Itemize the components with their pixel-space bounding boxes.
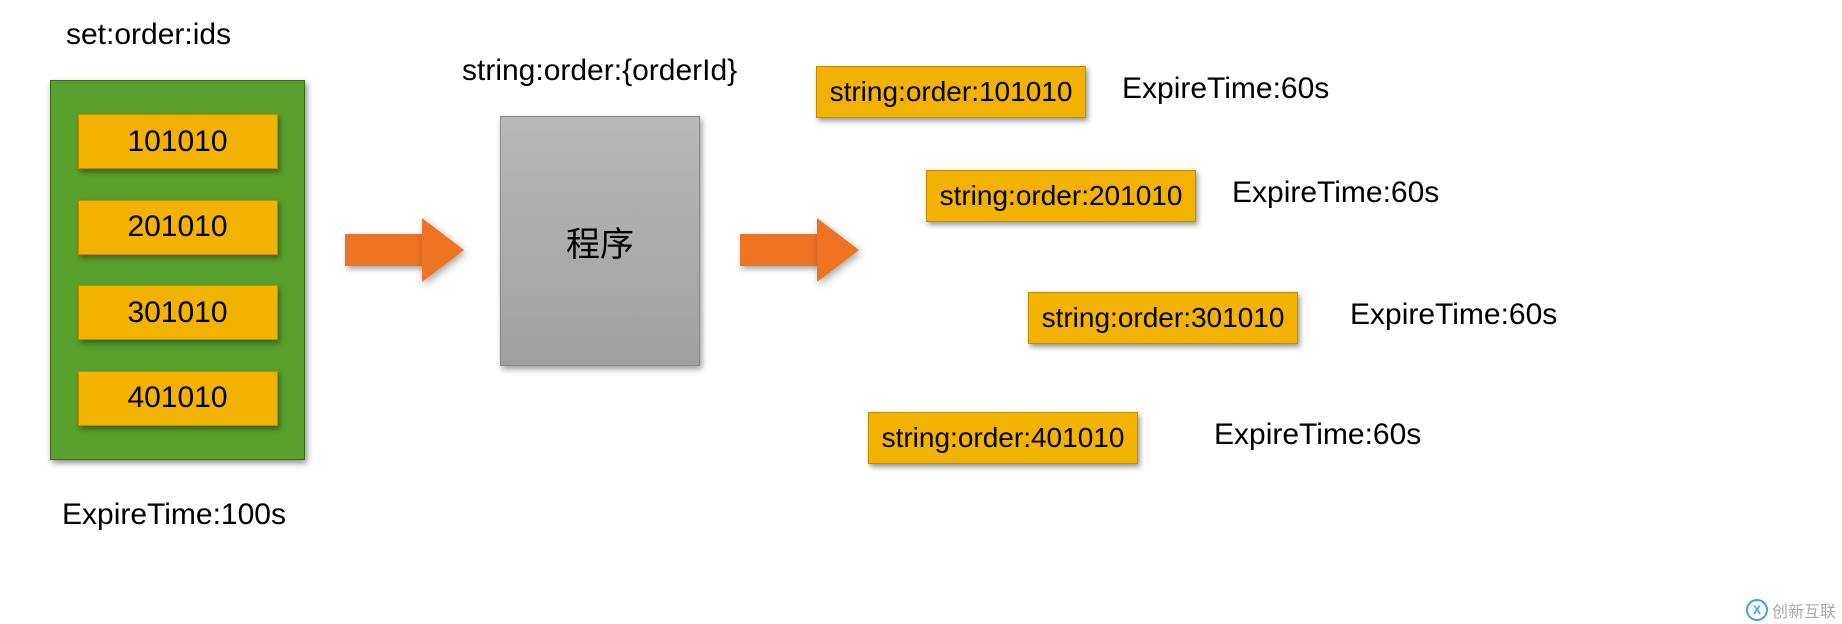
set-expire-label: ExpireTime:100s xyxy=(62,498,286,532)
set-title-label: set:order:ids xyxy=(66,18,231,52)
order-key-box: string:order:301010 xyxy=(1028,292,1298,344)
arrow-icon xyxy=(740,218,860,282)
order-key-box: string:order:201010 xyxy=(926,170,1196,222)
string-order-label: string:order:{orderId} xyxy=(462,54,737,88)
logo-icon: X xyxy=(1746,599,1768,621)
set-item: 401010 xyxy=(78,371,278,426)
set-item: 201010 xyxy=(78,200,278,255)
order-expire-label: ExpireTime:60s xyxy=(1350,298,1557,332)
watermark: X 创新互联 xyxy=(1746,598,1836,622)
set-box: 101010 201010 301010 401010 xyxy=(50,80,305,460)
set-item: 101010 xyxy=(78,114,278,169)
watermark-text: 创新互联 xyxy=(1772,598,1836,622)
set-item: 301010 xyxy=(78,285,278,340)
order-expire-label: ExpireTime:60s xyxy=(1214,418,1421,452)
order-expire-label: ExpireTime:60s xyxy=(1122,72,1329,106)
order-key-box: string:order:101010 xyxy=(816,66,1086,118)
arrow-icon xyxy=(345,218,465,282)
order-expire-label: ExpireTime:60s xyxy=(1232,176,1439,210)
order-key-box: string:order:401010 xyxy=(868,412,1138,464)
program-box: 程序 xyxy=(500,116,700,366)
